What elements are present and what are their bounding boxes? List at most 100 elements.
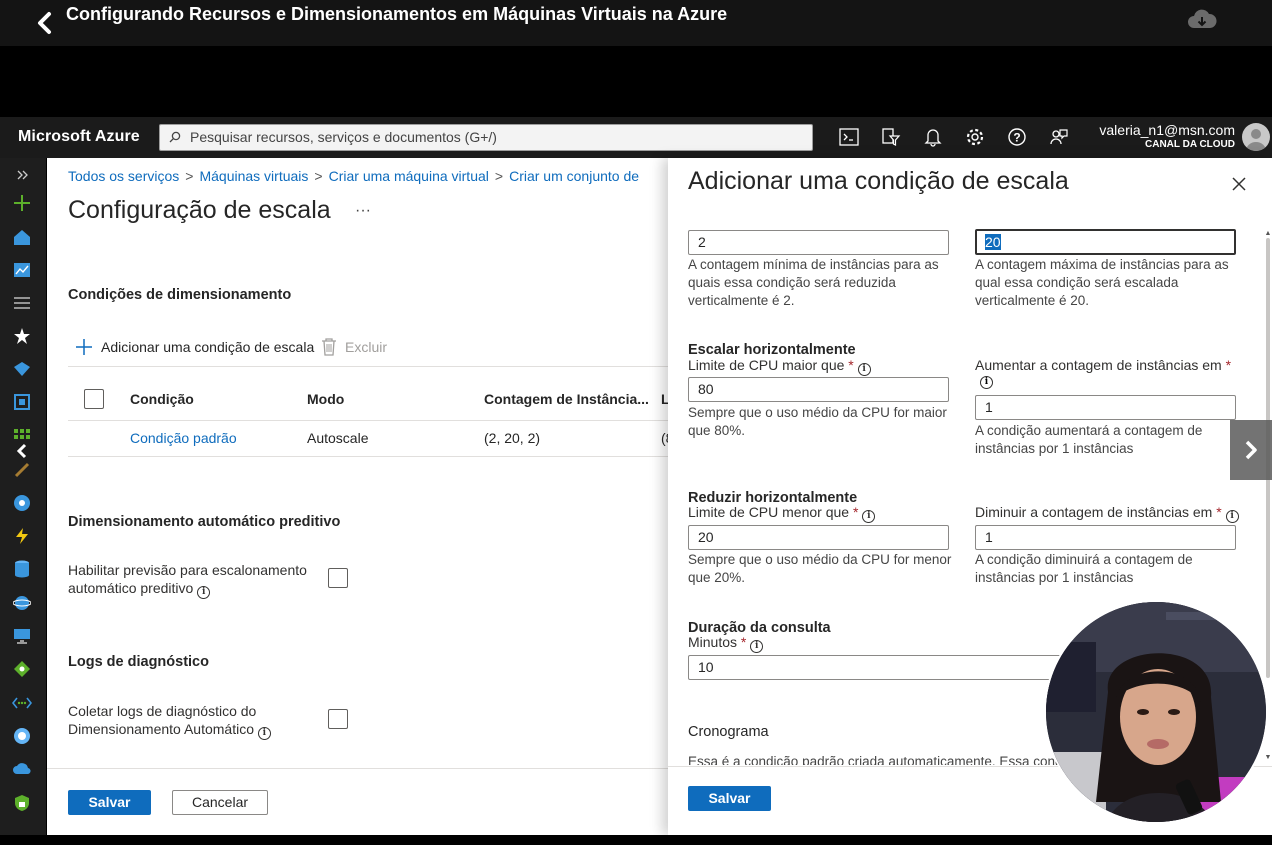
row-instance-count: (2, 20, 2) — [484, 430, 541, 446]
rail-resource-groups[interactable] — [11, 358, 33, 380]
plus-icon — [76, 339, 92, 355]
info-icon[interactable]: i — [1225, 510, 1239, 523]
settings-button[interactable] — [963, 125, 987, 149]
cloud-shell-icon — [839, 128, 859, 146]
predictive-checkbox[interactable] — [328, 568, 348, 588]
rail-advisor[interactable] — [11, 725, 33, 747]
column-header-mode[interactable]: Modo — [307, 391, 344, 407]
rail-home[interactable] — [11, 226, 33, 248]
predictive-label-text: Habilitar previsão para escalonamento au… — [68, 562, 307, 596]
directory-filter-button[interactable] — [879, 125, 903, 149]
max-instances-input[interactable]: 20 — [975, 229, 1236, 255]
advisor-icon — [14, 728, 30, 744]
next-button[interactable] — [1230, 420, 1272, 480]
rail-security[interactable] — [11, 792, 33, 814]
cancel-button[interactable]: Cancelar — [172, 790, 268, 815]
breadcrumb-virtual-machines[interactable]: Máquinas virtuais — [199, 168, 308, 184]
azure-brand[interactable]: Microsoft Azure — [18, 128, 140, 146]
scroll-up-arrow[interactable]: ▲ — [1264, 230, 1272, 238]
panel-save-button[interactable]: Salvar — [688, 786, 771, 811]
rail-monitor[interactable] — [11, 758, 33, 780]
account-menu[interactable]: valeria_n1@msn.com CANAL DA CLOUD — [1085, 122, 1235, 150]
breadcrumb-all-services[interactable]: Todos os serviços — [68, 168, 179, 184]
required-mark: * — [1216, 504, 1222, 520]
search-placeholder: Pesquisar recursos, serviços e documento… — [190, 129, 497, 145]
back-button[interactable] — [30, 8, 60, 38]
rail-cosmos[interactable] — [11, 592, 33, 614]
default-condition-link[interactable]: Condição padrão — [130, 430, 237, 446]
decrease-count-label: Diminuir a contagem de instâncias em * i — [975, 504, 1239, 523]
logs-label-text: Coletar logs de diagnóstico do Dimension… — [68, 703, 257, 737]
info-icon[interactable]: i — [197, 586, 211, 599]
feedback-button[interactable] — [1047, 125, 1071, 149]
resource-groups-icon — [14, 362, 30, 376]
column-header-condition[interactable]: Condição — [130, 391, 194, 407]
rail-functions[interactable] — [11, 459, 33, 481]
info-icon[interactable]: i — [862, 510, 876, 523]
avatar[interactable] — [1242, 123, 1270, 151]
panel-title: Adicionar uma condição de escala — [688, 167, 1069, 195]
search-input[interactable]: Pesquisar recursos, serviços e documento… — [159, 124, 813, 151]
info-icon[interactable]: i — [257, 727, 271, 740]
select-all-checkbox[interactable] — [84, 389, 104, 409]
rail-virtual-network[interactable] — [11, 692, 33, 714]
cpu-less-input[interactable]: 20 — [688, 525, 949, 550]
rail-virtual-machines[interactable] — [11, 625, 33, 647]
divider — [68, 456, 668, 457]
footer-divider — [47, 768, 668, 769]
decrease-count-input[interactable]: 1 — [975, 525, 1236, 550]
info-icon[interactable]: i — [750, 640, 764, 653]
info-icon[interactable]: i — [857, 363, 871, 376]
help-icon: ? — [1008, 128, 1026, 146]
all-services-icon — [14, 297, 30, 309]
chevron-left-icon — [38, 12, 51, 34]
more-options-button[interactable]: ··· — [355, 202, 371, 220]
min-instances-input[interactable]: 2 — [688, 230, 949, 255]
rail-load-balancer[interactable] — [11, 658, 33, 680]
download-button[interactable] — [1186, 8, 1218, 34]
user-directory: CANAL DA CLOUD — [1145, 139, 1235, 150]
required-mark: * — [1225, 357, 1232, 373]
increase-count-input[interactable]: 1 — [975, 395, 1236, 420]
rail-sql[interactable] — [11, 558, 33, 580]
column-header-extra[interactable]: L — [661, 391, 668, 407]
add-condition-label: Adicionar uma condição de escala — [101, 339, 315, 355]
rail-dashboard[interactable] — [11, 259, 33, 281]
cpu-greater-help: Sempre que o uso médio da CPU for maior … — [688, 405, 947, 438]
breadcrumb-create-scale-set[interactable]: Criar um conjunto de — [509, 168, 639, 184]
functions-icon — [14, 462, 30, 478]
conditions-heading: Condições de dimensionamento — [68, 287, 292, 303]
save-button[interactable]: Salvar — [68, 790, 151, 815]
max-instances-help: A contagem máxima de instâncias para as … — [975, 257, 1229, 308]
collapse-icon — [16, 443, 27, 459]
rail-expand[interactable] — [11, 164, 33, 186]
cpu-greater-input[interactable]: 80 — [688, 377, 949, 402]
row-extra: (8 — [661, 430, 668, 446]
logs-checkbox[interactable] — [328, 709, 348, 729]
favorites-icon — [14, 328, 30, 344]
info-icon[interactable]: i — [980, 376, 993, 389]
help-button[interactable]: ? — [1005, 125, 1029, 149]
breadcrumb-separator: > — [314, 168, 323, 184]
trash-icon — [322, 338, 336, 356]
add-condition-button[interactable]: Adicionar uma condição de escala — [75, 336, 314, 358]
close-icon[interactable] — [1229, 174, 1249, 194]
rail-globe[interactable] — [11, 492, 33, 514]
notifications-button[interactable] — [921, 125, 945, 149]
rail-create[interactable] — [11, 192, 33, 214]
predictive-label: Habilitar previsão para escalonamento au… — [68, 561, 318, 599]
column-header-instance-count[interactable]: Contagem de Instância... — [484, 391, 649, 407]
rail-all-services[interactable] — [11, 292, 33, 314]
divider — [68, 420, 668, 421]
scale-out-heading: Escalar horizontalmente — [688, 342, 856, 358]
header-icons: ? — [837, 125, 1071, 149]
rail-lightning[interactable] — [11, 525, 33, 547]
breadcrumb-create-vm[interactable]: Criar uma máquina virtual — [329, 168, 489, 184]
virtual-machine-icon — [14, 629, 30, 644]
delete-button[interactable]: Excluir — [321, 336, 387, 358]
scroll-down-arrow[interactable]: ▼ — [1264, 754, 1272, 762]
cloud-shell-button[interactable] — [837, 125, 861, 149]
player-top-bar: Configurando Recursos e Dimensionamentos… — [0, 0, 1272, 46]
rail-favorites[interactable] — [11, 325, 33, 347]
rail-app-services[interactable] — [11, 391, 33, 413]
